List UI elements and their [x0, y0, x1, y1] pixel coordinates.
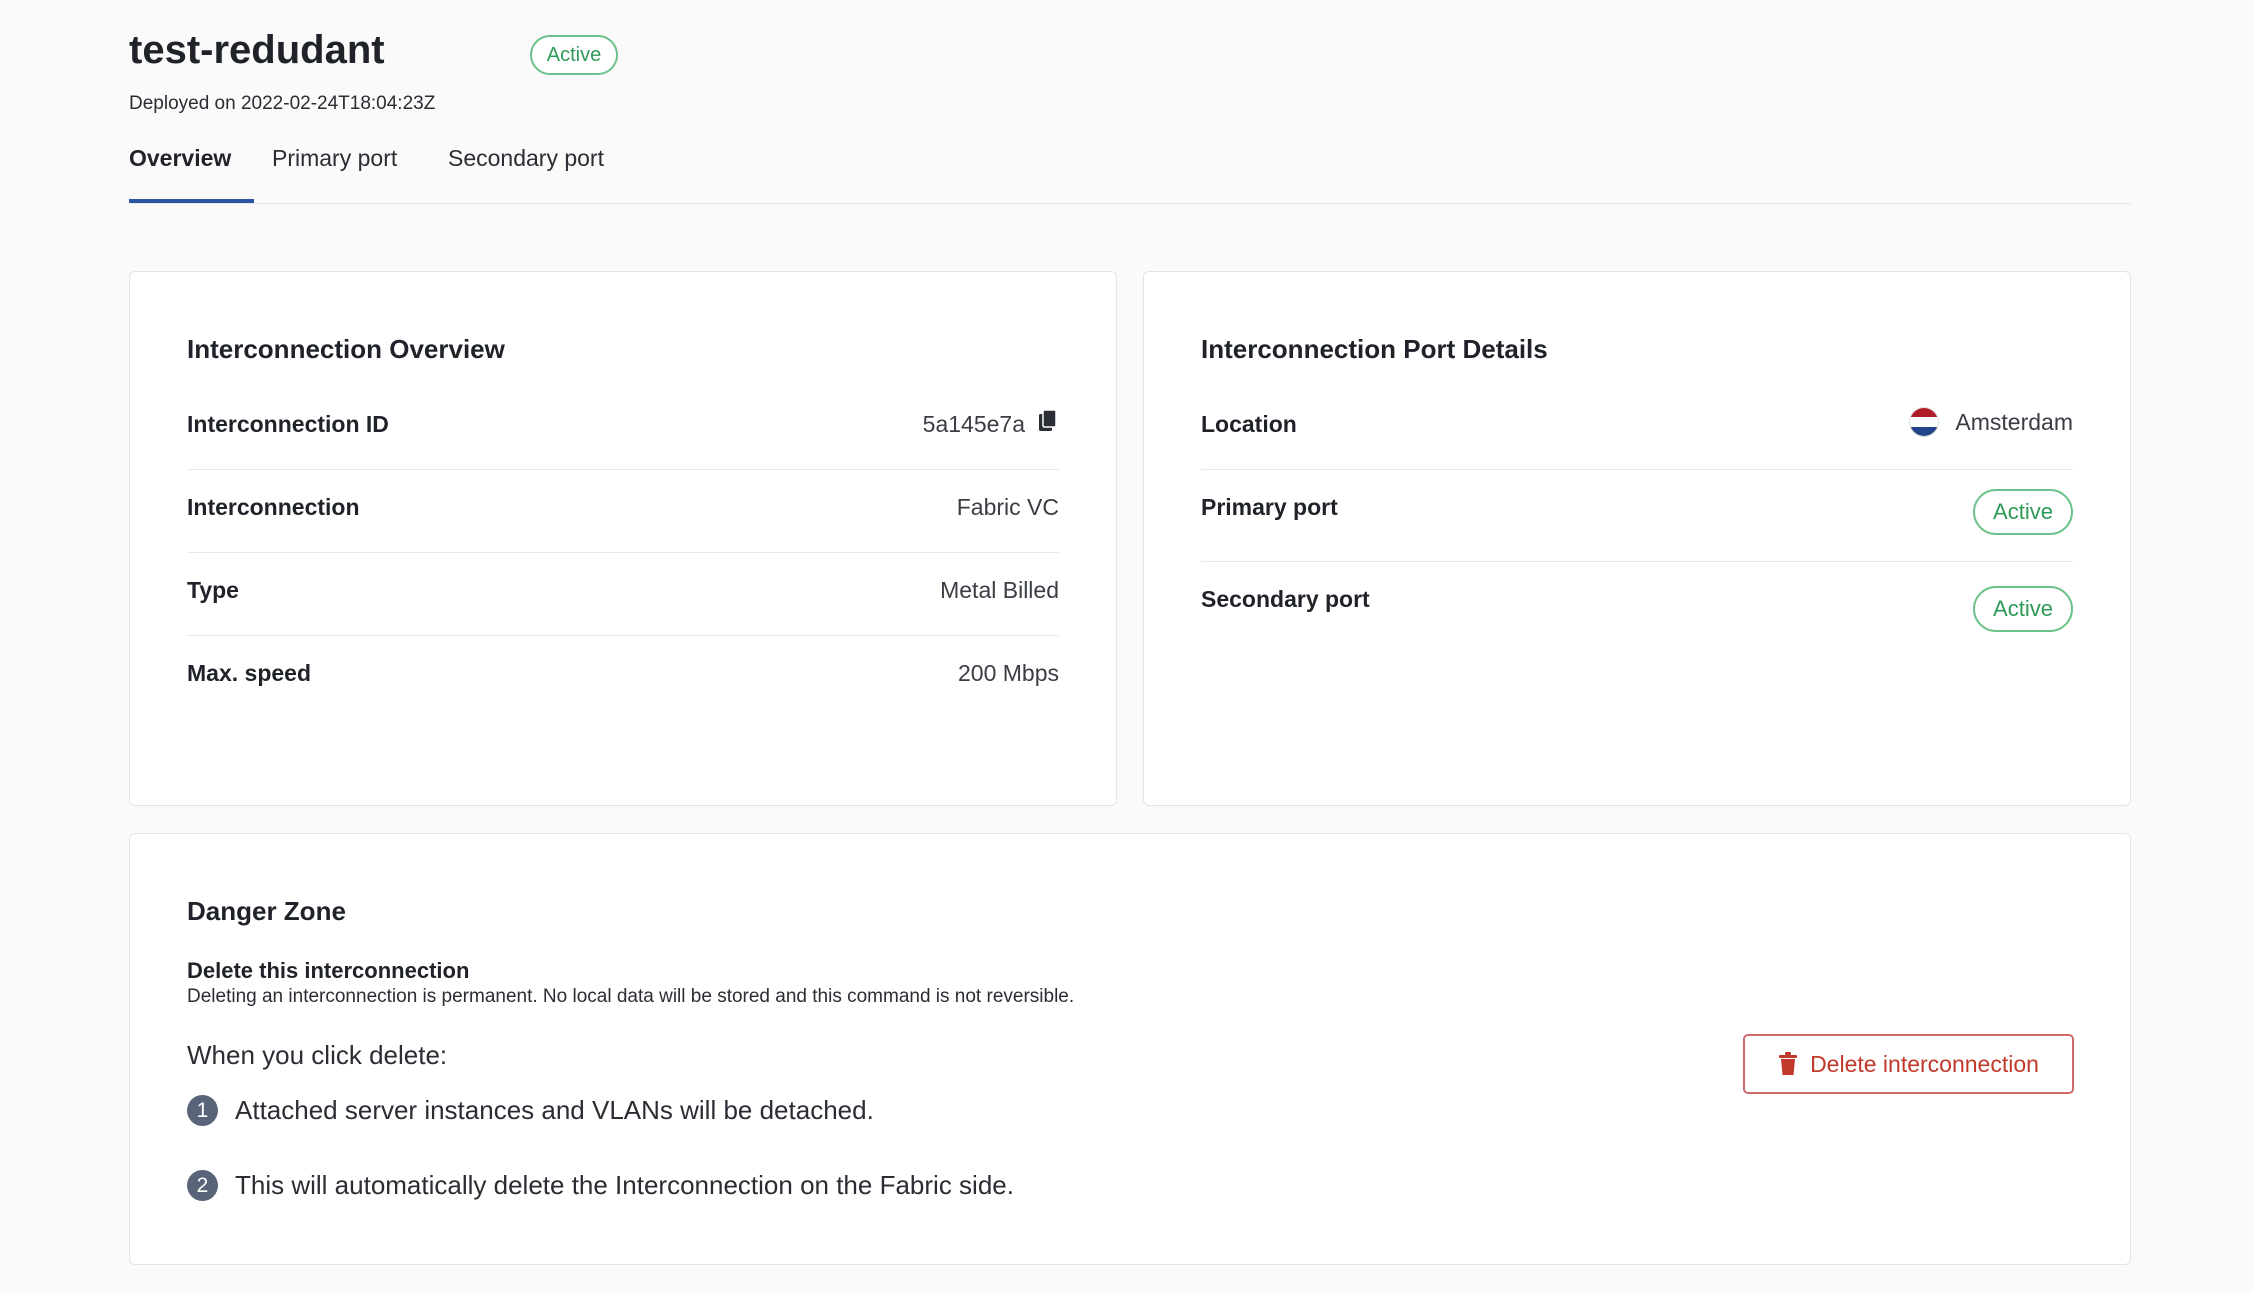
netherlands-flag-icon: [1909, 407, 1940, 437]
list-item: 1 Attached server instances and VLANs wi…: [187, 1095, 874, 1126]
tab-primary-port[interactable]: Primary port: [272, 145, 397, 172]
danger-zone-title: Danger Zone: [187, 896, 346, 926]
list-item: 2 This will automatically delete the Int…: [187, 1170, 1014, 1201]
trash-icon: [1778, 1052, 1798, 1076]
page: test-redudant Active Deployed on 2022-02…: [0, 0, 2254, 1292]
copy-icon[interactable]: [1037, 408, 1059, 433]
overview-row-id: Interconnection ID 5a145e7a: [187, 387, 1059, 470]
overview-row-max-speed: Max. speed 200 Mbps: [187, 636, 1059, 719]
row-value: 200 Mbps: [957, 660, 1059, 686]
primary-port-status-badge: Active: [1973, 489, 2073, 535]
secondary-port-status-badge: Active: [1973, 586, 2073, 632]
active-tab-indicator: [129, 199, 254, 203]
overview-row-type: Type Metal Billed: [187, 553, 1059, 636]
page-title: test-redudant: [129, 28, 385, 72]
port-row-secondary: Secondary port Active: [1201, 562, 2073, 645]
row-label: Interconnection: [187, 494, 360, 520]
row-label: Type: [187, 577, 239, 603]
interconnection-overview-card: Interconnection Overview Interconnection…: [129, 271, 1117, 806]
card-title: Interconnection Overview: [187, 334, 505, 364]
port-row-primary: Primary port Active: [1201, 470, 2073, 562]
danger-zone-subtitle: Delete this interconnection: [187, 958, 470, 983]
tab-secondary-port[interactable]: Secondary port: [448, 145, 604, 172]
interconnection-id-value: 5a145e7a: [922, 411, 1025, 437]
location-value: Amsterdam: [1955, 408, 2073, 435]
delete-interconnection-button[interactable]: Delete interconnection: [1743, 1034, 2074, 1094]
row-label: Interconnection ID: [187, 411, 389, 437]
overview-row-interconnection: Interconnection Fabric VC: [187, 470, 1059, 553]
row-label: Primary port: [1201, 494, 1338, 520]
danger-zone-description: Deleting an interconnection is permanent…: [187, 986, 1075, 1007]
card-title: Interconnection Port Details: [1201, 334, 1548, 364]
step-number-badge: 1: [187, 1095, 218, 1126]
row-label: Secondary port: [1201, 586, 1370, 612]
port-details-card: Interconnection Port Details Location Am…: [1143, 271, 2131, 806]
when-you-click-delete-label: When you click delete:: [187, 1040, 448, 1070]
row-value: Metal Billed: [940, 577, 1059, 603]
step-number-badge: 2: [187, 1170, 218, 1201]
status-badge: Active: [530, 35, 618, 75]
delete-button-label: Delete interconnection: [1810, 1050, 2039, 1077]
deployed-timestamp: Deployed on 2022-02-24T18:04:23Z: [129, 93, 436, 114]
row-value: Fabric VC: [956, 494, 1059, 520]
row-label: Max. speed: [187, 660, 311, 686]
tab-overview[interactable]: Overview: [129, 145, 231, 172]
port-row-location: Location Amsterdam: [1201, 387, 2073, 470]
list-item-text: This will automatically delete the Inter…: [235, 1170, 1014, 1200]
row-label: Location: [1201, 411, 1297, 437]
tab-bar: Overview Primary port Secondary port: [129, 140, 2131, 204]
list-item-text: Attached server instances and VLANs will…: [235, 1095, 874, 1125]
